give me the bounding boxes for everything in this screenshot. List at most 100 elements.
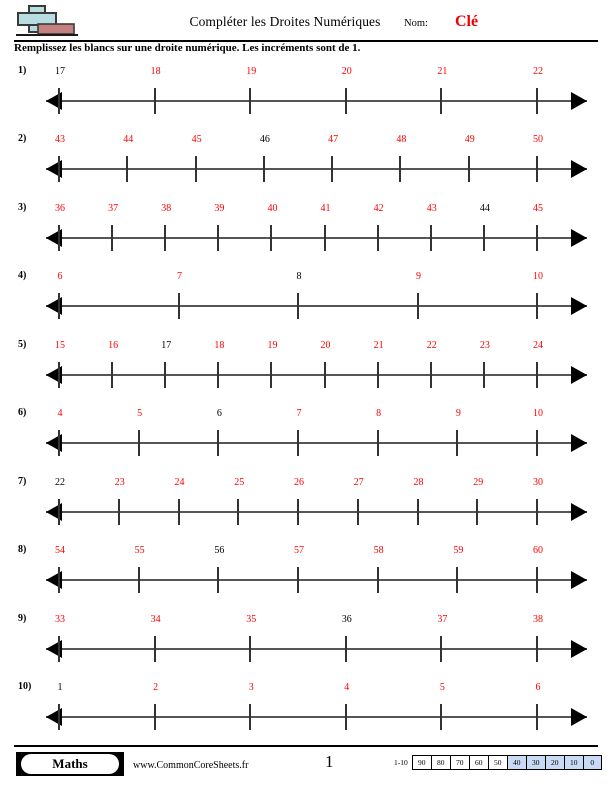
brand-label: Maths bbox=[21, 754, 119, 774]
tick-mark bbox=[536, 293, 538, 319]
tick-mark bbox=[249, 88, 252, 114]
answer-label: 30 bbox=[533, 477, 543, 488]
tick-mark bbox=[440, 636, 443, 662]
tick-mark bbox=[297, 430, 299, 456]
tick-mark bbox=[344, 704, 347, 730]
answer-label: 22 bbox=[426, 340, 437, 351]
score-table: 1-10 90 80 70 60 50 40 30 20 10 0 bbox=[394, 755, 602, 770]
tick-mark bbox=[58, 430, 60, 456]
site-url: www.CommonCoreSheets.fr bbox=[133, 760, 249, 771]
answer-label: 27 bbox=[353, 477, 364, 488]
tick-mark bbox=[476, 499, 479, 525]
answer-label: 29 bbox=[473, 477, 484, 488]
given-label: 22 bbox=[55, 477, 65, 488]
tick-mark bbox=[536, 156, 538, 182]
answer-label: 8 bbox=[376, 408, 382, 419]
tick-mark bbox=[194, 156, 197, 182]
number-line-axis bbox=[46, 579, 587, 581]
answer-label: 41 bbox=[320, 203, 331, 214]
tick-mark bbox=[164, 362, 167, 388]
score-cell[interactable]: 60 bbox=[468, 755, 488, 770]
tick-mark bbox=[58, 567, 60, 593]
answer-label: 60 bbox=[533, 545, 543, 556]
tick-mark bbox=[536, 499, 538, 525]
tick-mark bbox=[58, 225, 60, 251]
problem-number: 7) bbox=[18, 476, 27, 487]
number-line: 15 16 17 18 19 20 21 22 23 24 bbox=[46, 336, 594, 404]
score-cell[interactable]: 90 bbox=[411, 755, 431, 770]
answer-label: 28 bbox=[413, 477, 424, 488]
answer-label: 10 bbox=[533, 271, 543, 282]
tick-mark bbox=[344, 88, 347, 114]
score-cell[interactable]: 0 bbox=[582, 755, 602, 770]
page-header: Compléter les Droites Numériques Nom: Cl… bbox=[0, 0, 612, 44]
page-number: 1 bbox=[325, 752, 334, 771]
answer-label: 24 bbox=[174, 477, 185, 488]
tick-mark bbox=[164, 225, 167, 251]
answer-label: 7 bbox=[177, 271, 182, 282]
number-line: 33 34 35 36 37 38 bbox=[46, 610, 594, 678]
answer-label: 15 bbox=[55, 340, 65, 351]
problem-number: 6) bbox=[18, 407, 27, 418]
right-arrowhead-icon bbox=[571, 708, 587, 726]
tick-mark bbox=[536, 88, 538, 114]
tick-mark bbox=[536, 362, 538, 388]
answer-label: 24 bbox=[533, 340, 543, 351]
problem-9: 9) 33 34 35 36 37 38 bbox=[0, 610, 612, 678]
number-line: 1 2 3 4 5 6 bbox=[46, 678, 594, 746]
tick-mark bbox=[137, 567, 140, 593]
problem-number: 4) bbox=[18, 270, 27, 281]
tick-mark bbox=[482, 225, 485, 251]
tick-mark bbox=[58, 88, 60, 114]
given-label: 17 bbox=[161, 340, 172, 351]
score-cell[interactable]: 80 bbox=[430, 755, 450, 770]
tick-mark bbox=[153, 704, 156, 730]
answer-label: 37 bbox=[108, 203, 119, 214]
tick-mark bbox=[376, 430, 379, 456]
answer-label: 5 bbox=[439, 682, 445, 693]
tick-mark bbox=[262, 156, 265, 182]
tick-mark bbox=[111, 225, 114, 251]
tick-mark bbox=[58, 636, 60, 662]
tick-mark bbox=[482, 362, 485, 388]
score-cell[interactable]: 70 bbox=[449, 755, 469, 770]
answer-label: 38 bbox=[533, 614, 543, 625]
score-cell[interactable]: 50 bbox=[487, 755, 507, 770]
brand-badge: Maths bbox=[16, 752, 124, 776]
tick-mark bbox=[58, 362, 60, 388]
tick-mark bbox=[323, 225, 326, 251]
tick-mark bbox=[536, 567, 538, 593]
tick-mark bbox=[297, 293, 299, 319]
score-cell[interactable]: 40 bbox=[506, 755, 526, 770]
number-line-axis bbox=[46, 442, 587, 444]
score-cell[interactable]: 20 bbox=[544, 755, 564, 770]
given-label: 36 bbox=[341, 614, 352, 625]
answer-label: 44 bbox=[123, 134, 134, 145]
tick-mark bbox=[153, 636, 156, 662]
answer-label: 39 bbox=[214, 203, 225, 214]
score-cell[interactable]: 10 bbox=[563, 755, 583, 770]
answer-label: 42 bbox=[373, 203, 384, 214]
given-label: 44 bbox=[479, 203, 490, 214]
tick-mark bbox=[249, 704, 252, 730]
score-cell[interactable]: 30 bbox=[525, 755, 545, 770]
tick-mark bbox=[376, 567, 379, 593]
tick-mark bbox=[153, 88, 156, 114]
answer-label: 55 bbox=[134, 545, 145, 556]
answer-label: 23 bbox=[114, 477, 125, 488]
answer-label: 58 bbox=[373, 545, 384, 556]
tick-mark bbox=[270, 225, 273, 251]
given-label: 17 bbox=[55, 66, 65, 77]
right-arrowhead-icon bbox=[571, 92, 587, 110]
answer-label: 6 bbox=[57, 271, 63, 282]
right-arrowhead-icon bbox=[571, 640, 587, 658]
answer-label: 23 bbox=[479, 340, 490, 351]
number-line-axis bbox=[46, 374, 587, 376]
tick-mark bbox=[536, 636, 538, 662]
plus-block-logo-icon bbox=[16, 5, 78, 36]
answer-label: 4 bbox=[57, 408, 63, 419]
number-line: 17 18 19 20 21 22 bbox=[46, 62, 594, 130]
right-arrowhead-icon bbox=[571, 571, 587, 589]
tick-mark bbox=[536, 430, 538, 456]
given-label: 56 bbox=[214, 545, 225, 556]
